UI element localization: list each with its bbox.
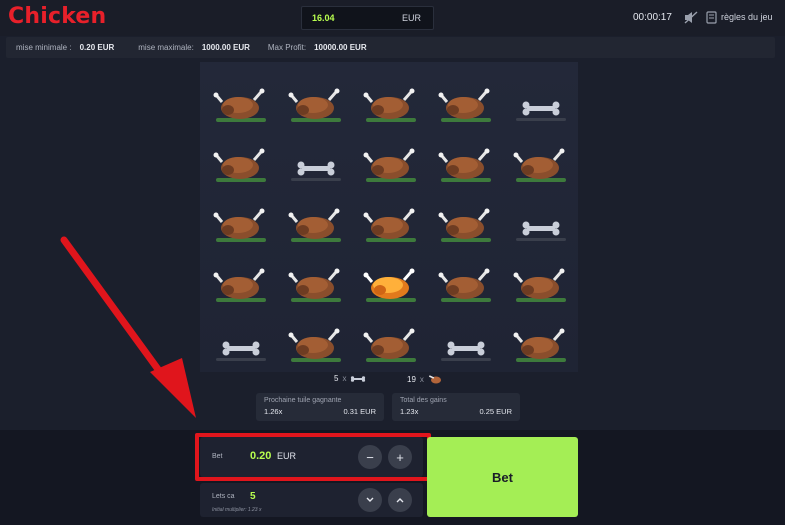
chicken-count-value: 19: [407, 374, 416, 384]
session-timer: 00:00:17: [633, 12, 672, 23]
tile-chicken[interactable]: [508, 314, 574, 370]
chicken-icon: [363, 88, 416, 122]
max-bet-label: mise maximale:: [138, 43, 194, 52]
tile-bone[interactable]: [283, 134, 349, 190]
chicken-icon: [438, 148, 491, 182]
chicken-icon: [438, 208, 491, 242]
chicken-icon: [213, 208, 266, 242]
tile-chicken[interactable]: [358, 314, 424, 370]
max-profit: Max Profit: 10000.00 EUR: [268, 43, 367, 52]
tile-chicken[interactable]: [433, 194, 499, 250]
next-tile-panel: Prochaine tuile gagnante 1.26x 0.31 EUR: [256, 393, 384, 421]
chicken-icon: [513, 328, 566, 362]
total-winnings-label: Total des gains: [400, 397, 447, 404]
tile-chicken[interactable]: [358, 194, 424, 250]
bone-count-value: 5: [334, 374, 339, 383]
chevron-down-icon: [366, 497, 374, 502]
chicken-icon: [363, 328, 416, 362]
chicken-icon: [288, 268, 341, 302]
bone-count-times: x: [342, 374, 347, 383]
bone-icon: [516, 221, 566, 241]
tile-chicken[interactable]: [283, 254, 349, 310]
tile-chicken[interactable]: [208, 194, 274, 250]
bone-icon: [441, 341, 491, 361]
bone-icon: [291, 161, 341, 181]
game-logo: Chicken: [8, 4, 107, 29]
initial-multiplier-hint: Initial multiplier: 1.23 x: [212, 507, 262, 513]
top-bar: Chicken 16.04 EUR 00:00:17 règles du jeu: [0, 0, 785, 36]
increase-bones-button[interactable]: [388, 488, 412, 512]
tile-chicken[interactable]: [283, 314, 349, 370]
tile-chicken[interactable]: [283, 74, 349, 130]
total-winnings-amount: 0.25 EUR: [479, 407, 512, 416]
max-bet: mise maximale: 1000.00 EUR: [138, 43, 250, 52]
tile-chicken[interactable]: [283, 194, 349, 250]
bone-count: 5 x: [334, 374, 366, 383]
chicken-icon: [363, 208, 416, 242]
tile-bone[interactable]: [433, 314, 499, 370]
sound-muted-icon[interactable]: [684, 11, 698, 24]
tile-bone[interactable]: [508, 74, 574, 130]
next-tile-amount: 0.31 EUR: [343, 407, 376, 416]
chicken-icon: [363, 148, 416, 182]
tile-chicken[interactable]: [358, 134, 424, 190]
bones-count-input[interactable]: 5: [250, 491, 256, 502]
total-winnings-multiplier: 1.23x: [400, 407, 419, 416]
place-bet-button[interactable]: Bet: [427, 437, 578, 517]
tile-bone[interactable]: [508, 194, 574, 250]
decrease-bones-button[interactable]: [358, 488, 382, 512]
chicken-leg-icon: [428, 375, 441, 384]
next-tile-multiplier: 1.26x: [264, 407, 283, 416]
chicken-icon: [213, 268, 266, 302]
tile-golden-chicken[interactable]: [358, 254, 424, 310]
tile-chicken[interactable]: [433, 254, 499, 310]
tile-chicken[interactable]: [208, 254, 274, 310]
tile-chicken[interactable]: [508, 254, 574, 310]
next-tile-label: Prochaine tuile gagnante: [264, 397, 342, 404]
bone-icon: [216, 341, 266, 361]
chicken-icon: [513, 148, 566, 182]
rules-book-icon[interactable]: [706, 11, 717, 24]
chicken-icon: [438, 88, 491, 122]
chicken-icon: [363, 268, 416, 302]
game-board: [200, 62, 578, 372]
chicken-icon: [288, 208, 341, 242]
tile-bone[interactable]: [208, 314, 274, 370]
bones-count-label: Lets ca: [212, 493, 235, 500]
max-profit-value: 10000.00 EUR: [314, 43, 367, 52]
rules-link[interactable]: règles du jeu: [721, 12, 773, 22]
min-bet-value: 0.20 EUR: [79, 43, 115, 52]
tile-chicken[interactable]: [508, 134, 574, 190]
chicken-icon: [288, 88, 341, 122]
balance-currency: EUR: [401, 13, 421, 23]
chicken-icon: [513, 268, 566, 302]
bet-limits-bar: mise minimale : 0.20 EUR mise maximale: …: [6, 37, 775, 58]
bones-count-control: Lets ca 5 Initial multiplier: 1.23 x: [200, 483, 423, 517]
chicken-icon: [438, 268, 491, 302]
min-bet: mise minimale : 0.20 EUR: [16, 43, 114, 52]
chicken-count: 19 x: [407, 374, 442, 384]
total-winnings-panel: Total des gains 1.23x 0.25 EUR: [392, 393, 520, 421]
chicken-icon: [213, 88, 266, 122]
tile-chicken[interactable]: [433, 74, 499, 130]
tile-chicken[interactable]: [433, 134, 499, 190]
bone-icon: [351, 375, 366, 382]
highlight-frame: [195, 433, 431, 481]
balance-amount: 16.04: [312, 13, 335, 23]
tile-chicken[interactable]: [208, 74, 274, 130]
min-bet-label: mise minimale :: [16, 43, 72, 52]
chevron-up-icon: [396, 498, 404, 503]
chicken-count-times: x: [419, 374, 424, 384]
max-profit-label: Max Profit:: [267, 43, 307, 52]
chicken-icon: [288, 328, 341, 362]
tile-chicken[interactable]: [208, 134, 274, 190]
balance-display: 16.04 EUR: [301, 6, 434, 30]
max-bet-value: 1000.00 EUR: [201, 43, 250, 52]
chicken-icon: [213, 148, 266, 182]
tile-chicken[interactable]: [358, 74, 424, 130]
bone-icon: [516, 101, 566, 121]
